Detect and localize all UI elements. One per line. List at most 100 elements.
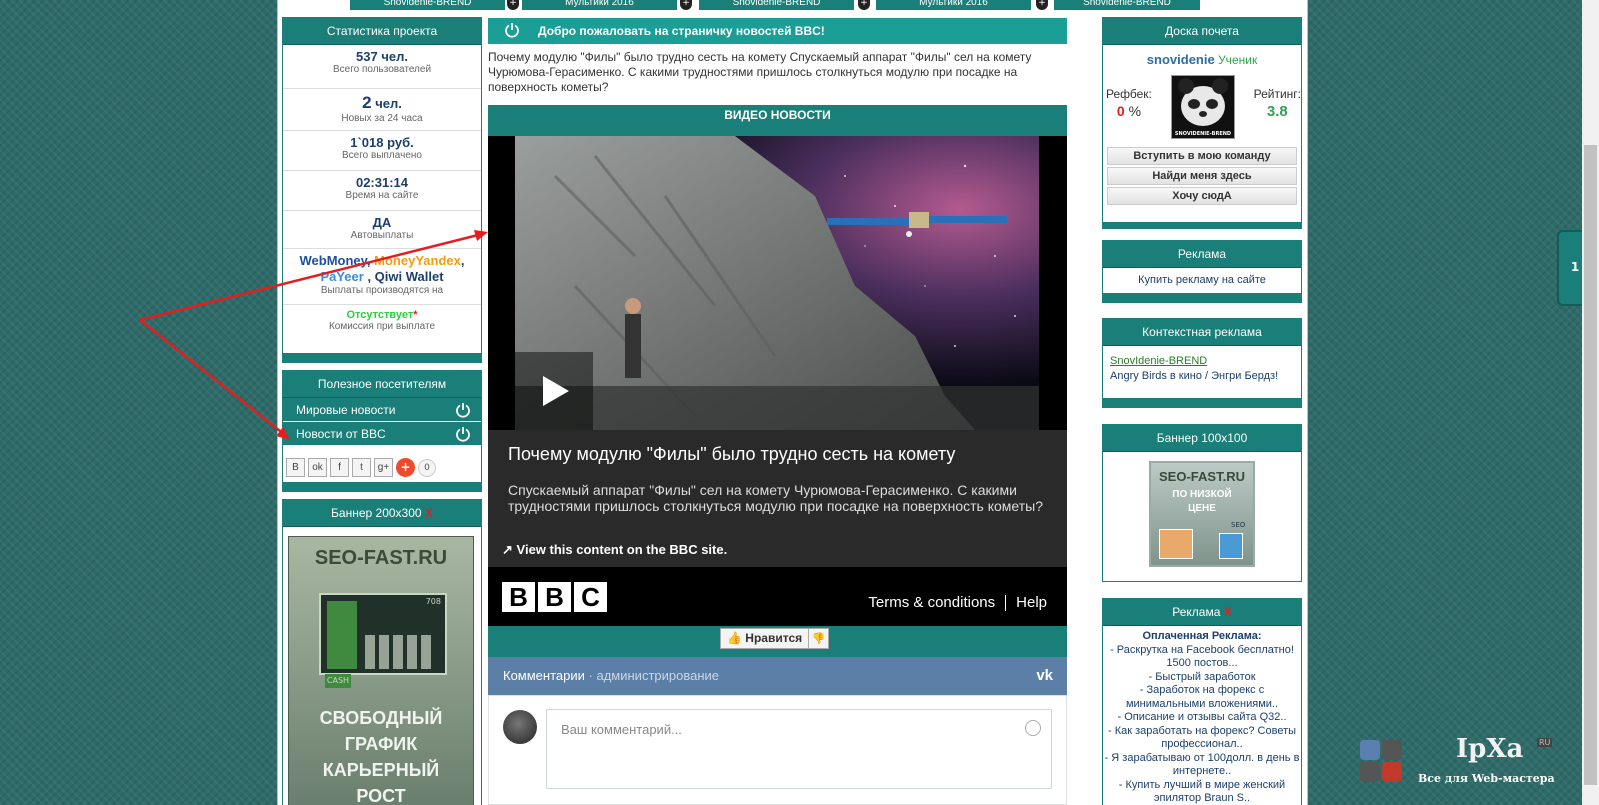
find-me-button[interactable]: Найди меня здесь: [1107, 167, 1297, 185]
paid-ad-item[interactable]: - Купить лучший в мире женский эпилятор …: [1103, 779, 1301, 805]
ipxa-subtitle: Все для Web-мастера: [1418, 772, 1555, 785]
context-ad-text[interactable]: Angry Birds в кино / Энгри Бердз!: [1110, 369, 1294, 384]
seo-fast-small-banner[interactable]: SEO-FAST.RU ПО НИЗКОЙ ЦЕНЕ SEO: [1149, 461, 1255, 567]
context-ads-block: Контекстная реклама SnovIdenie-BREND Ang…: [1102, 318, 1302, 408]
honor-user: snovidenie Ученик: [1103, 52, 1301, 67]
paid-ad-item[interactable]: - Заработок на форекс с минимальными вло…: [1103, 684, 1301, 711]
bbc-video-player[interactable]: Почему модулю "Филы" было трудно сесть н…: [488, 136, 1067, 626]
cube: [1360, 762, 1380, 782]
ipxa-title: IpXa: [1456, 734, 1524, 764]
like-button[interactable]: 👍 Нравится: [720, 628, 810, 649]
terms-link[interactable]: Terms & conditions: [868, 594, 995, 611]
want-here-button[interactable]: Хочу сюдА: [1107, 187, 1297, 205]
paid-ads-block: Реклама X Оплаченная Реклама: - Раскрутк…: [1102, 598, 1302, 805]
vertical-scrollbar[interactable]: [1582, 0, 1599, 805]
comment-placeholder: Ваш комментарий...: [561, 722, 682, 737]
context-title: Контекстная реклама: [1103, 319, 1301, 346]
vk-comments-tab[interactable]: Комментарии: [503, 668, 585, 683]
thumbs-down-icon: 👎: [811, 632, 826, 645]
video-description: Спускаемый аппарат "Филы" сел на комету …: [508, 482, 1043, 514]
honor-title: Доска почета: [1103, 18, 1301, 45]
video-info-card: Почему модулю "Филы" было трудно сесть н…: [488, 430, 1067, 567]
buy-ads-link[interactable]: Купить рекламу на сайте: [1103, 274, 1301, 288]
rating-label: Рейтинг:: [1253, 87, 1301, 101]
upload-icon: [1219, 533, 1243, 559]
paid-ads-title: Реклама X: [1103, 599, 1301, 626]
play-icon: [543, 376, 569, 406]
honor-username[interactable]: snovidenie: [1147, 52, 1215, 67]
small-banner-line: ЦЕНЕ: [1188, 503, 1216, 514]
paid-ads-title-text: Реклама: [1172, 605, 1221, 619]
banner-100-title: Баннер 100x100: [1103, 425, 1301, 452]
honor-avatar[interactable]: SNOVIDENIE-BREND: [1171, 75, 1235, 139]
honor-stats: Рефбек: 0 % SNOVIDENIE-BREND Рейтинг: 3.…: [1103, 67, 1301, 145]
block-footer: [1103, 293, 1301, 302]
space-scene-image: [515, 136, 1039, 430]
context-ad-link[interactable]: SnovIdenie-BREND: [1110, 354, 1294, 369]
banner-100-block: Баннер 100x100 SEO-FAST.RU ПО НИЗКОЙ ЦЕН…: [1102, 424, 1302, 582]
bbc-logo[interactable]: B B C: [502, 582, 607, 612]
thumbs-up-icon: 👍: [727, 631, 742, 645]
dislike-button[interactable]: 👎: [808, 628, 829, 649]
block-footer: [1103, 222, 1301, 228]
small-banner-seo: SEO: [1231, 521, 1246, 529]
page-title-text: Добро пожаловать на страничку новостей B…: [538, 24, 825, 38]
block-footer: [1103, 398, 1301, 407]
paid-ad-item[interactable]: - Быстрый заработок: [1103, 671, 1301, 685]
bbc-footer-links: Terms & conditions Help: [868, 594, 1047, 612]
play-button[interactable]: [515, 352, 593, 430]
join-team-button[interactable]: Вступить в мою команду: [1107, 147, 1297, 165]
rating-value: 3.8: [1266, 103, 1288, 120]
paid-ad-item[interactable]: - Я зарабатываю от 100долл. в день в инт…: [1103, 752, 1301, 779]
vk-comment-form: Ваш комментарий...: [488, 695, 1067, 805]
paid-ads-heading: Оплаченная Реклама:: [1142, 630, 1262, 642]
refback: Рефбек: 0 %: [1106, 87, 1152, 119]
view-on-bbc-link[interactable]: ↗ View this content on the BBC site.: [502, 542, 727, 558]
ads-block: Реклама Купить рекламу на сайте: [1102, 240, 1302, 303]
globe-icon: [1159, 529, 1193, 559]
paid-ad-item[interactable]: - Описание и отзывы сайта Q32..: [1103, 711, 1301, 725]
comment-input[interactable]: Ваш комментарий...: [546, 709, 1052, 789]
close-icon[interactable]: X: [1224, 605, 1232, 619]
cube: [1382, 762, 1402, 782]
ads-title: Реклама: [1103, 241, 1301, 268]
small-banner-brand: SEO-FAST.RU: [1159, 469, 1245, 484]
emoji-icon[interactable]: [1025, 720, 1041, 736]
video-news-heading: ВИДЕО НОВОСТИ: [488, 105, 1067, 136]
small-banner-line: ПО НИЗКОЙ: [1172, 489, 1232, 500]
ipxa-ru: RU: [1537, 738, 1553, 747]
vk-dot: ·: [588, 668, 593, 683]
ipxa-watermark: IpXa RU Все для Web-мастера: [1360, 734, 1560, 794]
ipxa-cubes-icon: [1360, 740, 1404, 784]
intro-text: Почему модулю "Филы" было трудно сесть н…: [488, 50, 1032, 94]
page-title: Добро пожаловать на страничку новостей B…: [488, 18, 1067, 44]
like-label: Нравится: [745, 631, 803, 645]
vk-logo-icon[interactable]: vk: [1036, 657, 1053, 695]
vk-admin-link[interactable]: администрирование: [596, 668, 719, 683]
external-link-icon: ↗: [502, 542, 513, 557]
bbc-logo-letter: B: [538, 582, 571, 612]
refback-unit: %: [1128, 103, 1142, 119]
cube: [1360, 740, 1380, 760]
cube: [1382, 740, 1402, 760]
help-link[interactable]: Help: [1016, 594, 1047, 611]
paid-ad-item[interactable]: - Раскрутка на Facebook бесплатно! 1500 …: [1103, 644, 1301, 671]
refback-value: 0: [1116, 103, 1125, 119]
vk-comments-header: Комментарии · администрирование vk: [488, 657, 1067, 695]
honor-rank: Ученик: [1218, 53, 1258, 67]
like-bar: 👍 Нравится 👎: [488, 626, 1067, 657]
view-on-bbc-text: View this content on the BBC site.: [516, 542, 728, 557]
video-thumbnail[interactable]: [515, 136, 1039, 430]
bbc-logo-letter: C: [574, 582, 607, 612]
power-icon: [505, 23, 519, 38]
paid-ad-item[interactable]: - Как заработать на форекс? Советы профе…: [1103, 725, 1301, 752]
bbc-logo-letter: B: [502, 582, 535, 612]
avatar: [503, 710, 537, 744]
avatar-caption: SNOVIDENIE-BREND: [1174, 131, 1232, 137]
refback-label: Рефбек:: [1106, 87, 1152, 101]
honor-board-block: Доска почета snovidenie Ученик Рефбек: 0…: [1102, 17, 1302, 229]
rating: Рейтинг: 3.8: [1254, 87, 1301, 120]
scrollbar-thumb[interactable]: [1584, 145, 1597, 785]
context-ad: SnovIdenie-BREND Angry Birds в кино / Эн…: [1103, 346, 1301, 392]
video-title[interactable]: Почему модулю "Филы" было трудно сесть н…: [508, 444, 955, 465]
